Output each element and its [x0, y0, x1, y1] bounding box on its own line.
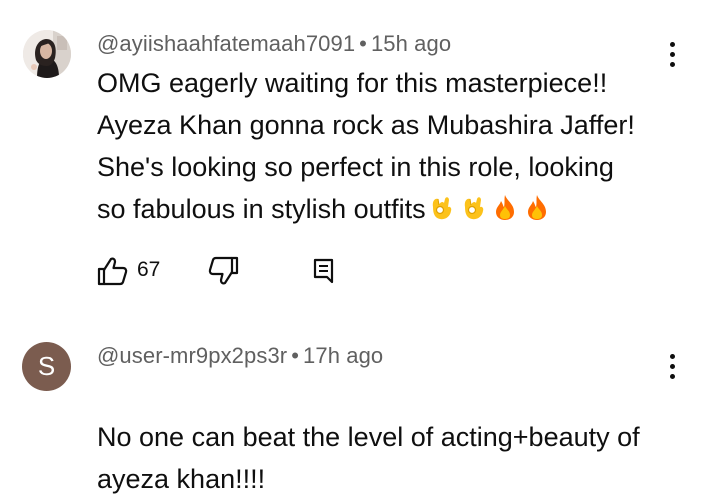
avatar-letter: S [37, 351, 56, 381]
comment-body: OMG eagerly waiting for this masterpiece… [97, 68, 635, 224]
like-icon[interactable] [97, 256, 129, 286]
meta-separator: • [291, 343, 300, 368]
comment-author[interactable]: @user-mr9px2ps3r [97, 343, 287, 368]
dislike-icon[interactable] [207, 256, 239, 286]
comment-item: @ayiishaahfatemaah7091 • 15h ago OMG eager… [0, 0, 720, 300]
fire-emoji-icon [527, 195, 546, 220]
comment-actions: 67 [97, 256, 397, 286]
comment-author[interactable]: @ayiishaahfatemaah7091 [97, 31, 355, 56]
comment-text: No one can beat the level of acting+beau… [97, 374, 687, 500]
meta-separator: • [359, 31, 367, 56]
avatar[interactable] [23, 30, 71, 78]
avatar[interactable]: S [22, 342, 71, 391]
comment-body: No one can beat the level of acting+beau… [97, 422, 640, 494]
comment-meta: @user-mr9px2ps3r • 17h ago [97, 343, 383, 369]
comment-time: 15h ago [370, 31, 452, 56]
comments-screen: { "comments": [ { "author": "@ayiishaahf… [0, 0, 720, 494]
more-vert-icon[interactable] [662, 40, 682, 70]
comment-text: OMG eagerly waiting for this masterpiece… [97, 62, 687, 230]
more-vert-icon[interactable] [662, 352, 682, 382]
ok-hand-emoji-icon [432, 197, 451, 220]
profile-photo-icon [23, 30, 71, 78]
reply-icon[interactable] [312, 257, 336, 285]
emoji-group [428, 193, 550, 221]
like-count: 67 [137, 258, 161, 281]
ok-hand-emoji-icon [464, 197, 483, 220]
fire-emoji-icon [495, 195, 514, 220]
comment-time: 17h ago [303, 343, 384, 368]
comment-meta: @ayiishaahfatemaah7091 • 15h ago [97, 31, 451, 57]
